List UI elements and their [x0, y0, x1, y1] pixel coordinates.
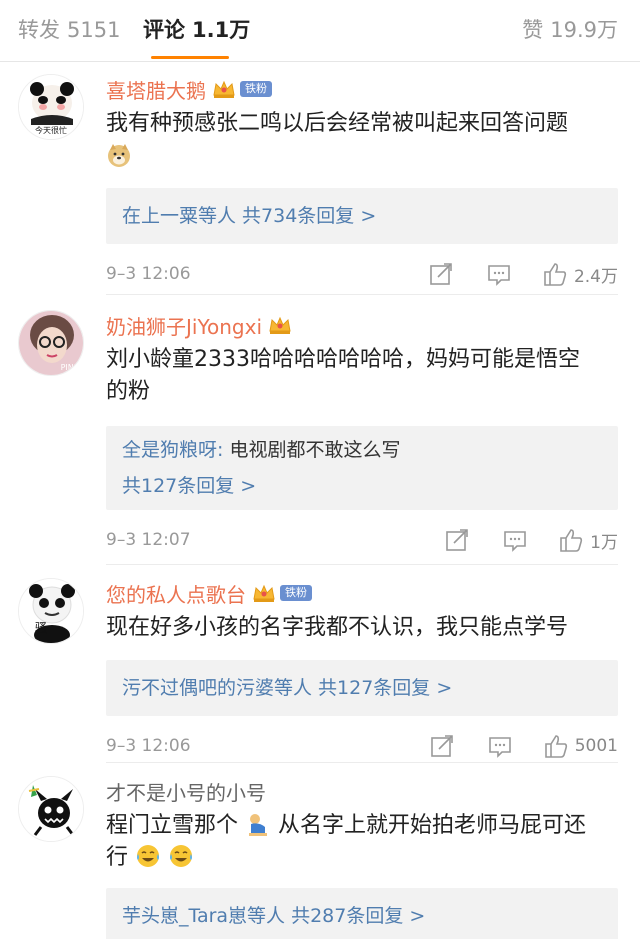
tab-like-count: 19.9万 — [550, 18, 618, 42]
thumbs-up-icon — [544, 263, 567, 286]
tears-of-joy-emoji-icon — [170, 845, 193, 867]
comment-text: 现在好多小孩的名字我都不认识，我只能点学号 — [106, 615, 569, 640]
comment-text: 我有种预感张二鸣以后会经常被叫起来回答问题 — [106, 111, 569, 136]
crown-icon — [269, 316, 291, 334]
tab-comment[interactable]: 评论 1.1万 — [143, 14, 250, 46]
divider — [106, 294, 618, 295]
comment-time: 9–3 12:06 — [106, 736, 191, 756]
avatar-caption: 骚 — [35, 621, 48, 635]
doge-emoji-icon — [108, 144, 130, 167]
like-count: 1万 — [590, 532, 618, 553]
tab-repost-label: 转发 — [18, 18, 60, 42]
tears-of-joy-emoji-icon — [137, 845, 160, 867]
comment-text-line-2: 的粉 — [106, 379, 151, 404]
like-button[interactable]: 2.4万 — [542, 261, 618, 287]
reply-summary[interactable]: 共127条回复 > — [122, 468, 602, 504]
reply-summary[interactable]: 芋头崽_Tara崽等人 共287条回复 > — [122, 898, 602, 934]
bowing-person-emoji-icon — [249, 814, 268, 836]
tab-like-label: 赞 — [522, 18, 544, 42]
comment-icon[interactable] — [487, 733, 513, 759]
like-button[interactable]: 1万 — [558, 527, 618, 553]
reply-summary[interactable]: 在上一粟等人 共734条回复 > — [122, 198, 602, 234]
crown-icon — [213, 80, 235, 98]
reply-summary[interactable]: 污不过偶吧的污婆等人 共127条回复 > — [122, 670, 602, 706]
comment-text-line-2: 行 — [106, 842, 618, 874]
avatar[interactable]: PINK — [18, 310, 84, 376]
comment-icon[interactable] — [486, 261, 512, 287]
active-tab-indicator — [151, 56, 229, 59]
tab-comment-label: 评论 — [143, 18, 185, 42]
repost-icon[interactable] — [429, 733, 455, 759]
crown-icon — [253, 584, 275, 602]
like-button[interactable]: 5001 — [543, 733, 618, 759]
comment-time: 9–3 12:07 — [106, 530, 191, 550]
reply-box[interactable]: 芋头崽_Tara崽等人 共287条回复 > — [106, 888, 618, 939]
comment-meta: 9–3 12:06 5001 — [106, 730, 618, 766]
avatar-caption: 今天很忙 — [35, 126, 67, 135]
comment-icon[interactable] — [502, 527, 528, 553]
username[interactable]: 奶油狮子JiYongxi — [106, 311, 262, 340]
repost-icon[interactable] — [444, 527, 470, 553]
username[interactable]: 才不是小号的小号 — [106, 777, 266, 806]
avatar[interactable]: 今天很忙 — [18, 74, 84, 140]
tab-repost-count: 5151 — [67, 18, 121, 42]
avatar-caption: PINK — [60, 363, 79, 372]
divider — [106, 762, 618, 763]
username[interactable]: 喜塔腊大鹅 — [106, 75, 206, 104]
tab-bar: 转发 5151 评论 1.1万 赞 19.9万 — [0, 0, 640, 62]
avatar[interactable] — [18, 776, 84, 842]
like-count: 2.4万 — [573, 266, 618, 287]
tab-like[interactable]: 赞 19.9万 — [522, 14, 618, 46]
comment-time: 9–3 12:06 — [106, 264, 191, 284]
fan-badge: 铁粉 — [280, 585, 312, 601]
avatar[interactable]: 骚 — [18, 578, 84, 644]
thumbs-up-icon — [544, 735, 567, 758]
comment-text-line-1: 程门立雪那个 从名字上就开始拍老师马屁可还 — [106, 810, 618, 842]
comment-text-part-1: 程门立雪那个 — [106, 813, 239, 838]
panda-meme-avatar-icon — [19, 579, 83, 643]
comment-text-line-1: 刘小龄童2333哈哈哈哈哈哈哈，妈妈可能是悟空 — [106, 347, 580, 372]
username[interactable]: 您的私人点歌台 — [106, 579, 246, 608]
reply-box[interactable]: 全是狗粮呀: 电视剧都不敢这么写 共127条回复 > — [106, 426, 618, 510]
tab-comment-count: 1.1万 — [192, 18, 251, 42]
divider — [106, 564, 618, 565]
comment-meta: 9–3 12:07 1万 — [106, 524, 618, 560]
reply-box[interactable]: 污不过偶吧的污婆等人 共127条回复 > — [106, 660, 618, 716]
reply-author[interactable]: 全是狗粮呀: — [122, 439, 223, 461]
comment-meta: 9–3 12:06 2.4万 — [106, 258, 618, 294]
like-count: 5001 — [574, 736, 618, 756]
comment-text-part-2: 从名字上就开始拍老师马屁可还 — [278, 813, 587, 838]
tab-repost[interactable]: 转发 5151 — [18, 14, 120, 46]
reply-preview[interactable]: 全是狗粮呀: 电视剧都不敢这么写 — [122, 432, 602, 468]
comment-text-part-3: 行 — [106, 845, 129, 870]
black-monster-avatar-icon — [19, 777, 83, 841]
reply-text: 电视剧都不敢这么写 — [223, 439, 401, 461]
repost-icon[interactable] — [428, 261, 454, 287]
fan-badge: 铁粉 — [240, 81, 272, 97]
thumbs-up-icon — [560, 529, 583, 552]
reply-box[interactable]: 在上一粟等人 共734条回复 > — [106, 188, 618, 244]
